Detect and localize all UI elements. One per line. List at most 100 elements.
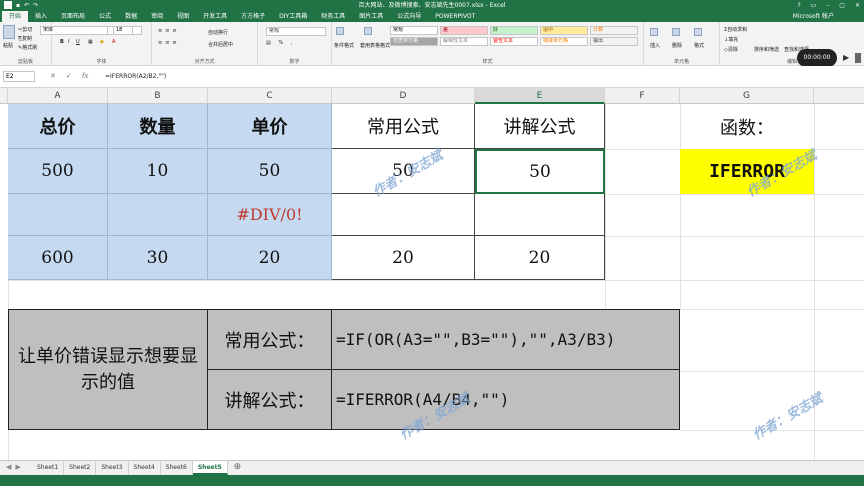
explain-formula-text[interactable]: =IFERROR(A4/B4,"") [332,370,680,430]
play-icon[interactable]: ▶ [843,53,849,62]
column-header-c[interactable]: C [208,88,332,104]
number-format-icons[interactable]: ▤ % , [266,40,295,46]
add-sheet-icon[interactable]: ⊕ [228,461,248,475]
sheet-tab-sheet3[interactable]: Sheet3 [96,461,129,475]
volume-icon[interactable] [855,53,861,63]
cell-c3-error[interactable]: #DIV/0! [208,194,332,236]
cell-a2[interactable]: 500 [8,149,108,194]
column-header-f[interactable]: F [605,88,680,104]
tab-formulas[interactable]: 公式 [92,11,118,22]
tab-data[interactable]: 数据 [118,11,144,22]
cell-style-option[interactable]: 计算 [590,26,638,35]
clear-button[interactable]: ◇清除 [724,46,738,53]
tab-home[interactable]: 开始 [2,11,29,22]
column-header-h[interactable] [814,88,864,104]
align-icons[interactable]: ≡≡≡ [158,28,180,34]
function-icon[interactable]: fx [82,71,89,82]
cut-button[interactable]: ✂剪切 [18,26,32,33]
maximize-button[interactable]: ▢ [839,0,845,11]
column-header-g[interactable]: G [680,88,814,104]
cell-style-option[interactable]: 解释性文本 [440,37,488,46]
cell-style-option[interactable]: 差 [440,26,488,35]
table-format-button[interactable] [364,27,373,35]
tab-insert[interactable]: 插入 [28,11,54,22]
cell-style-option[interactable]: 适中 [540,26,588,35]
name-box[interactable]: E2 [3,71,35,82]
header-quantity[interactable]: 数量 [108,104,208,149]
tab-developer[interactable]: 开发工具 [196,11,234,22]
minimize-button[interactable]: – [826,0,829,11]
fill-color-icon[interactable]: ◆ [100,39,104,45]
header-total-price[interactable]: 总价 [8,104,108,149]
sheet-tab-sheet1[interactable]: Sheet1 [32,461,65,475]
sheet-tab-sheet2[interactable]: Sheet2 [64,461,97,475]
tab-finance-tools[interactable]: 财务工具 [314,11,352,22]
tab-image-tools[interactable]: 图片工具 [352,11,390,22]
font-size-box[interactable]: 18 [113,26,133,35]
wrap-text-button[interactable]: 自动换行 [208,29,228,36]
tab-page-layout[interactable]: 页面布局 [54,11,92,22]
close-button[interactable]: ✕ [855,0,860,11]
cell-e2-selected[interactable]: 50 [475,149,605,194]
column-header-e[interactable]: E [475,88,605,104]
column-header-a[interactable]: A [8,88,108,104]
cell-b4[interactable]: 30 [108,236,208,280]
underline-button[interactable]: U [76,39,80,45]
cell-style-option[interactable]: 输出 [590,37,638,46]
tab-diy-toolbox[interactable]: DIY工具箱 [272,11,314,22]
select-all-corner[interactable] [0,88,8,104]
tab-fangfang[interactable]: 方方格子 [234,11,272,22]
cell-e3[interactable] [475,194,605,236]
sheet-tab-sheet5[interactable]: Sheet5 [192,461,228,475]
account-name[interactable]: Microsoft 帐户 [793,11,834,22]
header-unit-price[interactable]: 单价 [208,104,332,149]
tab-view[interactable]: 视图 [170,11,196,22]
cell-a4[interactable]: 600 [8,236,108,280]
format-cells-button[interactable] [694,28,703,36]
cell-style-option[interactable]: 警告文本 [490,37,538,46]
column-header-d[interactable]: D [332,88,475,104]
explain-description[interactable]: 让单价错误显示想要显示的值 [8,309,208,430]
sheet-tab-sheet6[interactable]: Sheet6 [161,461,193,475]
italic-button[interactable]: I [68,39,69,45]
tab-review[interactable]: 审阅 [144,11,170,22]
sort-filter-button[interactable]: 排序和筛选 [754,46,779,53]
cell-b2[interactable]: 10 [108,149,208,194]
cell-style-option[interactable]: 常规 [390,26,438,35]
format-painter-button[interactable]: ✎格式刷 [18,44,37,51]
cell-c4[interactable]: 20 [208,236,332,280]
cell-a3[interactable] [8,194,108,236]
cell-d4[interactable]: 20 [332,236,475,280]
formula-input[interactable]: =IFERROR(A2/B2,"") [105,71,860,82]
function-label[interactable]: 函数： [680,104,814,149]
font-family-box[interactable]: 宋体 [40,26,108,35]
conditional-format-button[interactable] [336,27,345,35]
cell-style-option[interactable]: 检查单元格 [390,37,438,46]
autosum-button[interactable]: Σ自动求和 [724,26,747,33]
cell-style-option[interactable]: 好 [490,26,538,35]
cell-d3[interactable] [332,194,475,236]
header-common-formula[interactable]: 常用公式 [332,104,475,149]
cell-e4[interactable]: 20 [475,236,605,280]
common-formula-label[interactable]: 常用公式： [208,309,332,370]
cell-b3[interactable] [108,194,208,236]
tab-formula-wizard[interactable]: 公式向导 [390,11,428,22]
worksheet-grid[interactable]: A B C D E F G 总价 数量 单价 常用公式 讲解公式 500 10 … [0,88,864,460]
paste-button[interactable] [3,25,16,39]
help-button[interactable]: ? [797,0,800,11]
number-format-select[interactable]: 常规 [266,27,326,36]
tab-powerpivot[interactable]: POWERPIVOT [428,11,482,22]
fill-button[interactable]: ↓填充 [724,36,738,43]
header-explain-formula[interactable]: 讲解公式 [475,104,605,149]
ribbon-display-button[interactable]: ▭ [811,0,817,11]
cancel-icon[interactable]: ✕ [50,71,56,82]
sheet-nav-arrows[interactable]: ◀▶ [6,463,25,471]
cell-c2[interactable]: 50 [208,149,332,194]
delete-cells-button[interactable] [672,28,681,36]
merge-center-button[interactable]: 合并后居中 [208,41,233,48]
insert-cells-button[interactable] [650,28,659,36]
align-icons-2[interactable]: ≡≡≡ [158,40,180,46]
explain-formula-label[interactable]: 讲解公式： [208,370,332,430]
paste-label[interactable]: 粘贴 [3,42,13,49]
border-icon[interactable]: ▦ [88,39,93,45]
